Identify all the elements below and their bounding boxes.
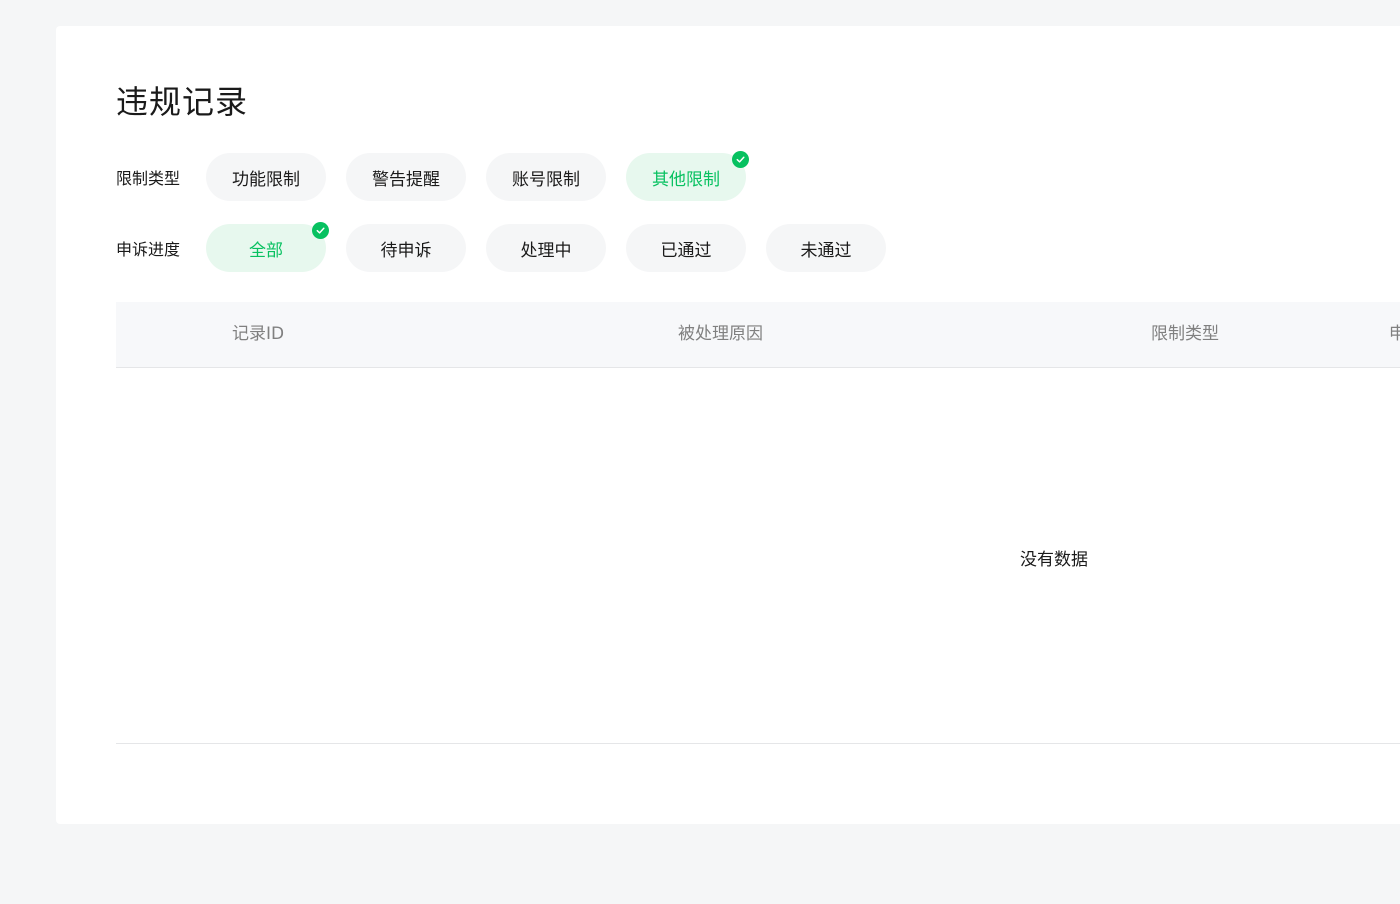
chip-label: 账号限制 — [512, 169, 580, 190]
column-header-appeal: 申 — [1389, 324, 1400, 344]
appeal-progress-label: 申诉进度 — [116, 240, 181, 259]
chip-feature-restriction[interactable]: 功能限制 — [206, 153, 326, 201]
chip-label: 其他限制 — [652, 169, 720, 190]
chip-label: 功能限制 — [232, 169, 300, 190]
restriction-type-label: 限制类型 — [116, 169, 181, 188]
empty-state-text: 没有数据 — [1020, 550, 1088, 570]
check-circle-icon — [312, 222, 329, 239]
chip-all[interactable]: 全部 — [206, 222, 329, 272]
restriction-type-filter: 限制类型 功能限制 警告提醒 账号限制 其他限制 — [116, 151, 766, 201]
column-header-reason: 被处理原因 — [678, 324, 763, 344]
chip-account-restriction[interactable]: 账号限制 — [486, 153, 606, 201]
column-header-record-id: 记录ID — [232, 324, 285, 344]
chip-warning-reminder[interactable]: 警告提醒 — [346, 153, 466, 201]
appeal-progress-filter: 申诉进度 全部 待申诉 处理中 已通过 未通过 — [116, 222, 906, 272]
chip-rejected[interactable]: 未通过 — [766, 224, 886, 272]
chip-other-restriction[interactable]: 其他限制 — [626, 151, 749, 201]
records-table: 记录ID 被处理原因 限制类型 申 没有数据 — [116, 302, 1400, 744]
chip-label: 已通过 — [660, 240, 712, 261]
page-title: 违规记录 — [116, 83, 249, 121]
column-header-restriction-type: 限制类型 — [1151, 324, 1219, 344]
chip-processing[interactable]: 处理中 — [486, 224, 606, 272]
chip-label: 待申诉 — [380, 240, 432, 261]
chip-label: 警告提醒 — [372, 169, 440, 190]
chip-label: 全部 — [249, 240, 283, 261]
table-header: 记录ID 被处理原因 限制类型 申 — [116, 302, 1400, 368]
violation-records-card: 违规记录 限制类型 功能限制 警告提醒 账号限制 其他限制 申诉进度 全部 待申… — [56, 26, 1400, 824]
check-circle-icon — [732, 151, 749, 168]
chip-approved[interactable]: 已通过 — [626, 224, 746, 272]
chip-label: 未通过 — [800, 240, 852, 261]
chip-pending-appeal[interactable]: 待申诉 — [346, 224, 466, 272]
chip-label: 处理中 — [520, 240, 572, 261]
